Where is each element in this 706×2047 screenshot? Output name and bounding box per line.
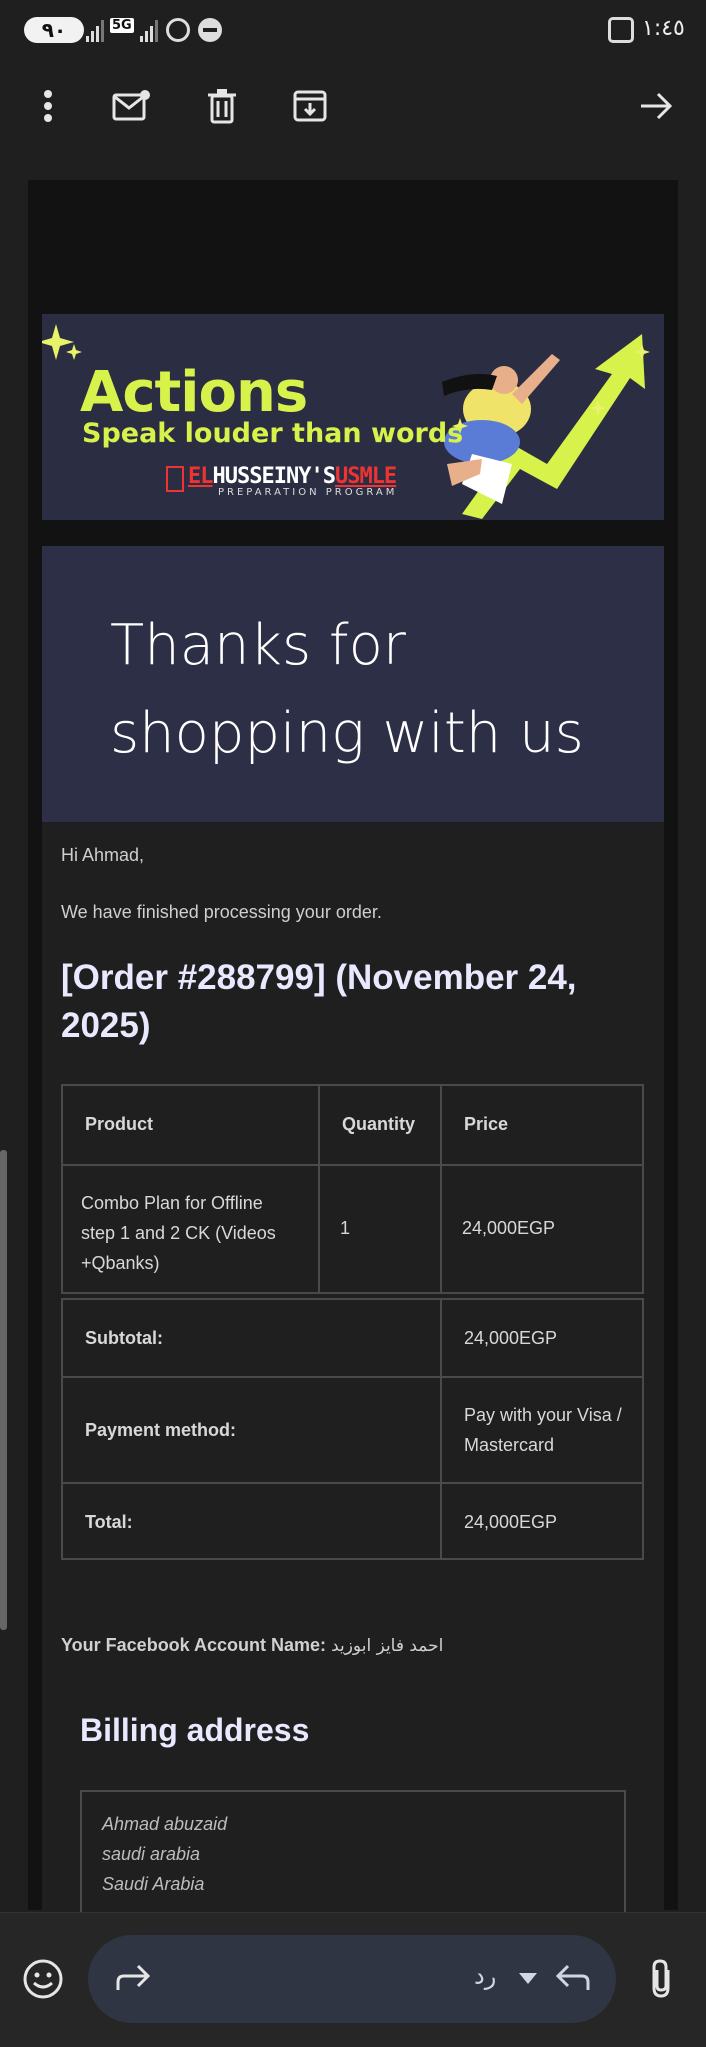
intro-text: We have finished processing your order. <box>61 902 382 922</box>
clock: ١:٤٥ <box>642 16 685 41</box>
attachment-icon[interactable] <box>648 1958 674 2005</box>
reply-label[interactable]: رد <box>474 1962 496 1990</box>
reply-icon[interactable] <box>554 1964 592 1999</box>
billing-line: Ahmad abuzaid <box>102 1814 228 1834</box>
archive-icon[interactable] <box>288 84 332 128</box>
email-toolbar <box>0 62 706 166</box>
greeting: Hi Ahmad, <box>61 845 145 865</box>
facebook-value: احمد فايز ابوزيد <box>331 1636 444 1656</box>
do-not-disturb-icon <box>198 18 222 42</box>
facebook-label: Your Facebook Account Name: <box>61 1635 327 1655</box>
brand-right: USMLE <box>334 464 397 489</box>
status-bar: ٩٠ 5G ١:٤٥ <box>0 0 706 62</box>
billing-title: Billing address <box>80 1712 310 1748</box>
dropdown-icon[interactable] <box>518 1972 538 1991</box>
brand-logo-icon <box>166 466 184 492</box>
signal-icon <box>140 18 158 42</box>
subtotal-label: Subtotal: <box>61 1298 442 1378</box>
hero-section: Thanks for shopping with us <box>42 546 664 822</box>
brand-main: HUSSEINY'S <box>212 464 336 489</box>
hero-heading: Thanks for shopping with us <box>110 613 584 766</box>
brand-name: ELHUSSEINY'SUSMLE <box>188 464 397 489</box>
header-product: Product <box>61 1084 320 1166</box>
delete-icon[interactable] <box>200 84 244 128</box>
header-price: Price <box>440 1084 644 1166</box>
total-value: 24,000EGP <box>440 1482 644 1560</box>
billing-line: saudi arabia <box>102 1844 201 1864</box>
forward-arrow-icon[interactable] <box>634 84 678 128</box>
battery-indicator: ٩٠ <box>24 17 84 43</box>
payment-method-value: Pay with your Visa / Mastercard <box>440 1376 644 1484</box>
header-quantity: Quantity <box>318 1084 442 1166</box>
payment-method-label: Payment method: <box>61 1376 442 1484</box>
subtotal-value: 24,000EGP <box>440 1298 644 1378</box>
item-quantity: 1 <box>318 1164 442 1294</box>
forward-icon[interactable] <box>114 1964 152 1999</box>
banner-title: Actions <box>80 360 308 425</box>
banner-subtitle: Speak louder than words <box>82 418 464 449</box>
scrollbar[interactable] <box>0 1150 7 1630</box>
brand-program: PREPARATION PROGRAM <box>218 487 398 498</box>
emoji-icon[interactable] <box>22 1958 64 2005</box>
more-vert-icon[interactable] <box>26 84 70 128</box>
billing-line: Saudi Arabia <box>102 1874 205 1894</box>
table-row: Combo Plan for Offline step 1 and 2 CK (… <box>61 1164 320 1294</box>
total-label: Total: <box>61 1482 442 1560</box>
item-price: 24,000EGP <box>440 1164 644 1294</box>
facebook-account: Your Facebook Account Name: احمد فايز اب… <box>61 1635 443 1656</box>
signal-icon <box>86 18 104 42</box>
brand-left: EL <box>188 464 213 489</box>
mark-unread-icon[interactable] <box>110 84 154 128</box>
screen-record-icon <box>608 17 634 43</box>
order-heading: [Order #288799] (November 24, 2025) <box>61 958 577 1045</box>
hotspot-icon <box>166 18 190 42</box>
promo-banner: Actions Speak louder than words ELHUSSEI… <box>42 314 664 520</box>
network-type: 5G <box>110 18 134 33</box>
